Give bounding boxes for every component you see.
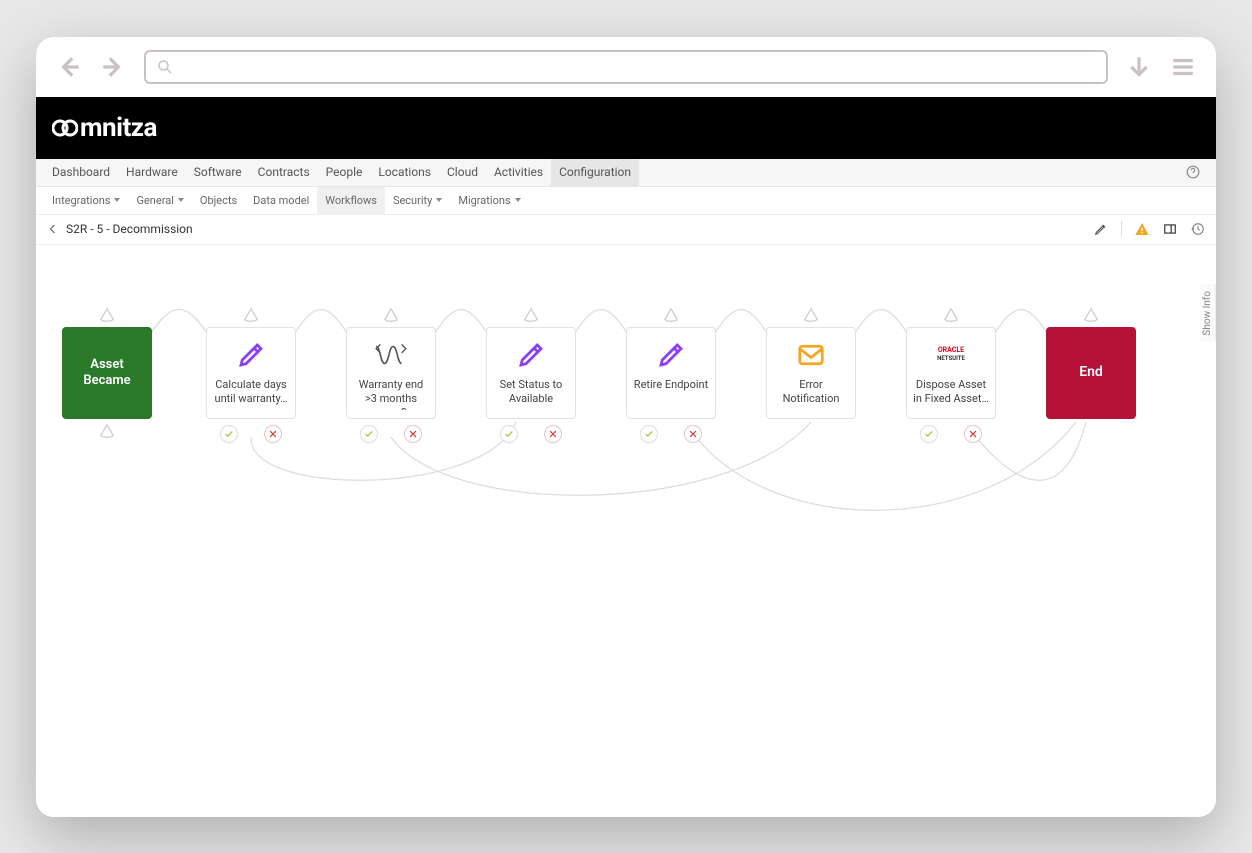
connector-handle-icon <box>522 307 540 323</box>
branch-fail-icon[interactable] <box>404 425 422 443</box>
subnav-item-security[interactable]: Security <box>385 187 450 214</box>
branch-success-icon[interactable] <box>920 425 938 443</box>
search-icon <box>156 58 174 76</box>
subnav-item-data-model[interactable]: Data model <box>245 187 317 214</box>
nav-item-dashboard[interactable]: Dashboard <box>44 159 118 186</box>
workflow-node-start[interactable]: Asset Became Available <box>62 327 152 419</box>
main-nav: DashboardHardwareSoftwareContractsPeople… <box>36 159 1216 187</box>
connector-handle-icon <box>98 307 116 323</box>
logo-mark-icon <box>52 117 78 139</box>
workflow-node-n3[interactable]: Set Status to Available <box>486 327 576 419</box>
brand-name: mnitza <box>80 113 157 143</box>
branch-success-icon[interactable] <box>640 425 658 443</box>
workflow-node-n4[interactable]: Retire Endpoint <box>626 327 716 419</box>
search-bar[interactable] <box>144 50 1108 84</box>
branch-fail-icon[interactable] <box>964 425 982 443</box>
nav-item-people[interactable]: People <box>318 159 371 186</box>
chevron-down-icon <box>436 198 442 202</box>
edit-icon <box>654 338 688 372</box>
app-frame: mnitza DashboardHardwareSoftwareContract… <box>36 37 1216 817</box>
node-label: Retire Endpoint <box>634 378 708 392</box>
nav-item-contracts[interactable]: Contracts <box>250 159 318 186</box>
breadcrumb-back-button[interactable] <box>46 222 60 236</box>
brand-logo[interactable]: mnitza <box>52 113 157 143</box>
history-icon[interactable] <box>1190 221 1206 237</box>
node-label: Warranty end >3 months away? <box>353 378 429 410</box>
connector-handle-icon <box>942 307 960 323</box>
connector-handle-icon <box>1082 307 1100 323</box>
menu-button[interactable] <box>1170 54 1196 80</box>
oracle-icon: ORACLENETSUITE <box>934 338 968 372</box>
notify-icon <box>794 338 828 372</box>
subnav-item-general[interactable]: General <box>128 187 191 214</box>
edit-icon <box>234 338 268 372</box>
connector-handle-icon <box>242 307 260 323</box>
branch-fail-icon[interactable] <box>684 425 702 443</box>
subnav-item-workflows[interactable]: Workflows <box>317 187 385 214</box>
node-label: Error Notification <box>773 378 849 407</box>
decision-icon <box>374 338 408 372</box>
subnav-item-integrations[interactable]: Integrations <box>44 187 128 214</box>
breadcrumb-bar: S2R - 5 - Decommission <box>36 215 1216 245</box>
nav-item-hardware[interactable]: Hardware <box>118 159 186 186</box>
nav-item-activities[interactable]: Activities <box>486 159 551 186</box>
nav-item-cloud[interactable]: Cloud <box>439 159 486 186</box>
branch-fail-icon[interactable] <box>544 425 562 443</box>
workflow-node-n5[interactable]: Error Notification <box>766 327 856 419</box>
edit-icon <box>514 338 548 372</box>
branch-success-icon[interactable] <box>500 425 518 443</box>
node-label: Calculate days until warranty… <box>213 378 289 407</box>
toolbar-actions <box>1093 221 1206 237</box>
workflow-node-n2[interactable]: Warranty end >3 months away? <box>346 327 436 419</box>
branch-success-icon[interactable] <box>220 425 238 443</box>
node-label: Set Status to Available <box>493 378 569 407</box>
node-label: Dispose Asset in Fixed Asset… <box>913 378 989 407</box>
app-header: mnitza <box>36 97 1216 159</box>
branch-success-icon[interactable] <box>360 425 378 443</box>
nav-item-configuration[interactable]: Configuration <box>551 159 639 186</box>
sub-nav: IntegrationsGeneralObjectsData modelWork… <box>36 187 1216 215</box>
connector-handle-icon <box>802 307 820 323</box>
nav-item-locations[interactable]: Locations <box>370 159 439 186</box>
warning-icon[interactable] <box>1134 221 1150 237</box>
back-button[interactable] <box>56 54 82 80</box>
show-info-toggle[interactable]: Show Info <box>1200 285 1216 342</box>
subnav-item-objects[interactable]: Objects <box>192 187 245 214</box>
nav-item-software[interactable]: Software <box>186 159 250 186</box>
connector-handle-icon <box>662 307 680 323</box>
subnav-item-migrations[interactable]: Migrations <box>450 187 528 214</box>
chevron-down-icon <box>114 198 120 202</box>
node-label: Asset Became Available <box>70 357 144 389</box>
browser-chrome <box>36 37 1216 97</box>
node-label: End <box>1079 363 1103 381</box>
download-button[interactable] <box>1126 54 1152 80</box>
search-input[interactable] <box>182 59 1096 75</box>
forward-button[interactable] <box>100 54 126 80</box>
edit-action-icon[interactable] <box>1093 221 1109 237</box>
workflow-node-n6[interactable]: ORACLENETSUITE Dispose Asset in Fixed Ass… <box>906 327 996 419</box>
chevron-down-icon <box>178 198 184 202</box>
workflow-node-n1[interactable]: Calculate days until warranty… <box>206 327 296 419</box>
chevron-down-icon <box>515 198 521 202</box>
connector-handle-icon <box>98 423 116 439</box>
help-icon[interactable] <box>1178 159 1208 186</box>
connector-handle-icon <box>382 307 400 323</box>
branch-fail-icon[interactable] <box>264 425 282 443</box>
panel-toggle-icon[interactable] <box>1162 221 1178 237</box>
workflow-node-end[interactable]: End <box>1046 327 1136 419</box>
workflow-canvas[interactable]: Show Info Asset Became Available Calculat… <box>36 245 1216 817</box>
breadcrumb-title: S2R - 5 - Decommission <box>66 222 193 236</box>
toolbar-divider <box>1121 221 1122 237</box>
